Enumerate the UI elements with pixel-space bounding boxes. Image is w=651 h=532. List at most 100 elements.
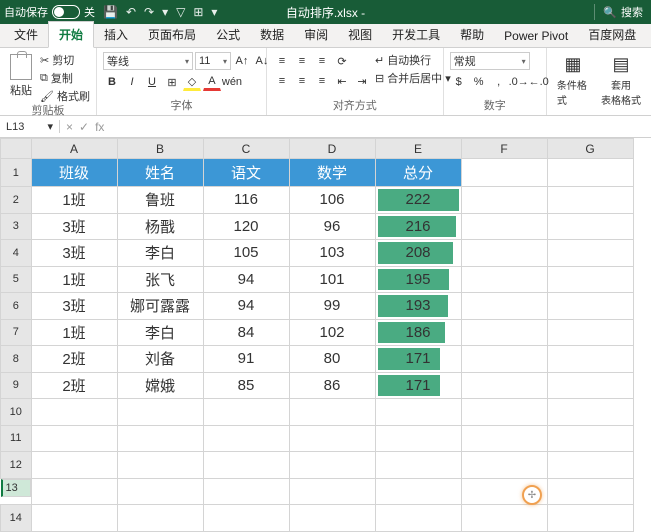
- save-icon[interactable]: 💾: [103, 5, 118, 19]
- tab-开发工具[interactable]: 开发工具: [382, 22, 450, 47]
- copy-button[interactable]: ⧉复制: [40, 70, 90, 86]
- column-header[interactable]: D: [289, 139, 375, 159]
- cell[interactable]: 193: [375, 293, 461, 320]
- border-button[interactable]: ⊞: [163, 73, 181, 91]
- enter-icon[interactable]: ✓: [79, 120, 89, 134]
- cell[interactable]: [117, 478, 203, 505]
- font-color-button[interactable]: A: [203, 73, 221, 91]
- tab-数据[interactable]: 数据: [250, 22, 294, 47]
- cell[interactable]: 116: [203, 187, 289, 214]
- cell[interactable]: [547, 266, 633, 293]
- cell[interactable]: [461, 372, 547, 399]
- toggle-switch[interactable]: [52, 5, 80, 19]
- table-header-cell[interactable]: 总分: [375, 159, 461, 187]
- row-header[interactable]: 8: [1, 346, 32, 373]
- row-header[interactable]: 14: [1, 505, 32, 532]
- font-size-select[interactable]: 11▾: [195, 52, 231, 70]
- cell[interactable]: 102: [289, 319, 375, 346]
- cell[interactable]: 222: [375, 187, 461, 214]
- row-header[interactable]: 12: [1, 452, 32, 479]
- name-box[interactable]: L13▾: [0, 120, 60, 133]
- row-header[interactable]: 11: [1, 425, 32, 452]
- cell[interactable]: 96: [289, 213, 375, 240]
- align-top-icon[interactable]: ≡: [273, 52, 291, 70]
- cell[interactable]: [203, 425, 289, 452]
- tab-插入[interactable]: 插入: [94, 22, 138, 47]
- italic-button[interactable]: I: [123, 73, 141, 91]
- worksheet[interactable]: ABCDEFG1班级姓名语文数学总分21班鲁班11610622233班杨戬120…: [0, 138, 651, 532]
- cell[interactable]: [289, 478, 375, 505]
- row-header[interactable]: 6: [1, 293, 32, 320]
- tab-公式[interactable]: 公式: [206, 22, 250, 47]
- row-header[interactable]: 5: [1, 266, 32, 293]
- cell[interactable]: [31, 478, 117, 505]
- cell[interactable]: [547, 319, 633, 346]
- row-header[interactable]: 13: [1, 479, 31, 497]
- cell[interactable]: [289, 505, 375, 532]
- currency-icon[interactable]: $: [450, 73, 468, 91]
- cell[interactable]: [461, 187, 547, 214]
- row-header[interactable]: 10: [1, 399, 32, 426]
- align-middle-icon[interactable]: ≡: [293, 52, 311, 70]
- row-header[interactable]: 9: [1, 372, 32, 399]
- column-header[interactable]: B: [117, 139, 203, 159]
- cell[interactable]: [547, 505, 633, 532]
- cell[interactable]: [375, 478, 461, 505]
- cell[interactable]: 1班: [31, 187, 117, 214]
- cell[interactable]: [117, 425, 203, 452]
- cell[interactable]: [547, 346, 633, 373]
- cell[interactable]: 106: [289, 187, 375, 214]
- cell[interactable]: [461, 266, 547, 293]
- tab-文件[interactable]: 文件: [4, 22, 48, 47]
- column-header[interactable]: C: [203, 139, 289, 159]
- column-header[interactable]: G: [547, 139, 633, 159]
- cell[interactable]: [461, 425, 547, 452]
- cell[interactable]: 99: [289, 293, 375, 320]
- cell[interactable]: 195: [375, 266, 461, 293]
- indent-inc-icon[interactable]: ⇥: [353, 72, 371, 90]
- cell[interactable]: 186: [375, 319, 461, 346]
- cell[interactable]: [547, 213, 633, 240]
- table-header-cell[interactable]: 姓名: [117, 159, 203, 187]
- fx-icon[interactable]: fx: [95, 120, 104, 134]
- cell[interactable]: [547, 425, 633, 452]
- fill-color-button[interactable]: ◇: [183, 73, 201, 91]
- cut-button[interactable]: ✂剪切: [40, 52, 90, 68]
- paste-button[interactable]: 粘贴: [6, 52, 36, 100]
- row-header[interactable]: 2: [1, 187, 32, 214]
- cell[interactable]: 94: [203, 293, 289, 320]
- cell[interactable]: [461, 159, 547, 187]
- row-header[interactable]: 1: [1, 159, 32, 187]
- cell[interactable]: 1班: [31, 266, 117, 293]
- cell[interactable]: 李白: [117, 240, 203, 267]
- cell[interactable]: [547, 240, 633, 267]
- undo-icon[interactable]: ↶: [126, 5, 136, 19]
- cell[interactable]: [461, 213, 547, 240]
- row-header[interactable]: 3: [1, 213, 32, 240]
- cell[interactable]: [461, 293, 547, 320]
- cell[interactable]: [547, 159, 633, 187]
- cell[interactable]: 86: [289, 372, 375, 399]
- cell[interactable]: [461, 346, 547, 373]
- cell[interactable]: [117, 505, 203, 532]
- cell[interactable]: 鲁班: [117, 187, 203, 214]
- cell[interactable]: 101: [289, 266, 375, 293]
- cell[interactable]: [375, 452, 461, 479]
- column-header[interactable]: F: [461, 139, 547, 159]
- cell[interactable]: 3班: [31, 240, 117, 267]
- cell[interactable]: 2班: [31, 346, 117, 373]
- cell[interactable]: 刘备: [117, 346, 203, 373]
- cell[interactable]: 李白: [117, 319, 203, 346]
- cell[interactable]: [547, 478, 633, 505]
- bold-button[interactable]: B: [103, 73, 121, 91]
- cell[interactable]: [547, 187, 633, 214]
- tab-审阅[interactable]: 审阅: [294, 22, 338, 47]
- phonetic-button[interactable]: wén: [223, 73, 241, 91]
- cell[interactable]: [203, 478, 289, 505]
- cell[interactable]: [461, 240, 547, 267]
- cell[interactable]: 171: [375, 346, 461, 373]
- tab-Power Pivot[interactable]: Power Pivot: [494, 25, 578, 47]
- cell[interactable]: 208: [375, 240, 461, 267]
- cell[interactable]: [375, 425, 461, 452]
- cell[interactable]: 嫦娥: [117, 372, 203, 399]
